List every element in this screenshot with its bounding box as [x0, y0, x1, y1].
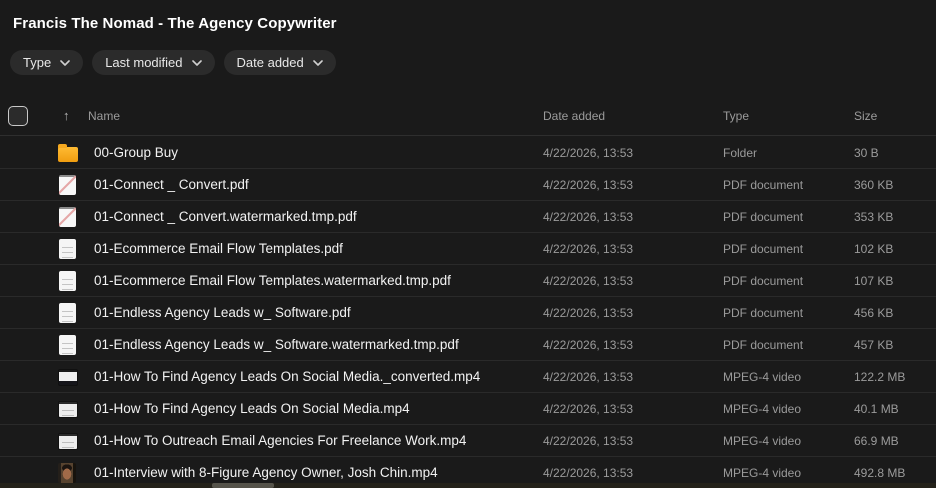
filter-chip-last-modified[interactable]: Last modified [92, 50, 215, 75]
file-name: 01-How To Outreach Email Agencies For Fr… [94, 433, 467, 448]
file-type: PDF document [723, 305, 804, 320]
table-row[interactable]: 01-Endless Agency Leads w_ Software.pdf … [0, 297, 936, 329]
column-header-size[interactable]: Size [854, 109, 936, 123]
file-name: 01-Ecommerce Email Flow Templates.waterm… [94, 273, 451, 288]
horizontal-scrollbar-thumb[interactable] [212, 483, 274, 488]
table-row[interactable]: 01-Ecommerce Email Flow Templates.waterm… [0, 265, 936, 297]
pdf-ribbon-icon [59, 206, 76, 227]
file-name: 01-Connect _ Convert.pdf [94, 177, 249, 192]
file-size: 66.9 MB [854, 433, 899, 448]
file-size: 30 B [854, 145, 879, 160]
video-light-icon [58, 400, 78, 418]
pdf-icon [59, 238, 76, 259]
file-name: 01-Endless Agency Leads w_ Software.wate… [94, 337, 459, 352]
file-date-added: 4/22/2026, 13:53 [543, 177, 634, 192]
file-date-added: 4/22/2026, 13:53 [543, 369, 634, 384]
pdf-ribbon-icon [59, 174, 76, 195]
chevron-down-icon [191, 59, 202, 66]
column-header-date-added[interactable]: Date added [543, 109, 723, 123]
table-row[interactable]: 01-Connect _ Convert.pdf 4/22/2026, 13:5… [0, 169, 936, 201]
column-header-type[interactable]: Type [723, 109, 854, 123]
file-type: MPEG-4 video [723, 465, 802, 480]
file-date-added: 4/22/2026, 13:53 [543, 305, 634, 320]
file-size: 40.1 MB [854, 401, 899, 416]
file-type: PDF document [723, 177, 804, 192]
file-manager-window: Francis The Nomad - The Agency Copywrite… [0, 0, 936, 488]
file-table-body: 00-Group Buy 4/22/2026, 13:53 Folder 30 … [0, 137, 936, 488]
file-date-added: 4/22/2026, 13:53 [543, 401, 634, 416]
filter-chip-date-added[interactable]: Date added [223, 50, 336, 75]
file-name: 01-Ecommerce Email Flow Templates.pdf [94, 241, 343, 256]
chevron-down-icon [60, 59, 70, 66]
page-title: Francis The Nomad - The Agency Copywrite… [13, 15, 337, 32]
filter-chip-last-modified-label: Last modified [105, 55, 183, 70]
chevron-down-icon [312, 59, 323, 66]
video-light-icon [58, 432, 78, 450]
table-row[interactable]: 01-Ecommerce Email Flow Templates.pdf 4/… [0, 233, 936, 265]
file-size: 360 KB [854, 177, 894, 192]
file-size: 457 KB [854, 337, 894, 352]
file-date-added: 4/22/2026, 13:53 [543, 145, 634, 160]
file-type: MPEG-4 video [723, 401, 802, 416]
file-type: PDF document [723, 337, 804, 352]
file-date-added: 4/22/2026, 13:53 [543, 209, 634, 224]
filter-chip-date-added-label: Date added [236, 55, 304, 70]
file-date-added: 4/22/2026, 13:53 [543, 337, 634, 352]
file-type: PDF document [723, 241, 804, 256]
file-size: 456 KB [854, 305, 894, 320]
file-size: 107 KB [854, 273, 894, 288]
file-name: 01-How To Find Agency Leads On Social Me… [94, 369, 481, 384]
table-row[interactable]: 01-How To Find Agency Leads On Social Me… [0, 361, 936, 393]
pdf-icon [59, 302, 76, 323]
horizontal-scrollbar [0, 483, 936, 488]
filter-chip-row: Type Last modified Date added [10, 50, 336, 75]
file-name: 01-Connect _ Convert.watermarked.tmp.pdf [94, 209, 357, 224]
select-all-checkbox[interactable] [8, 105, 28, 126]
file-name: 00-Group Buy [94, 145, 179, 160]
table-row[interactable]: 01-How To Outreach Email Agencies For Fr… [0, 425, 936, 457]
file-size: 102 KB [854, 241, 894, 256]
file-name: 01-How To Find Agency Leads On Social Me… [94, 401, 410, 416]
table-row[interactable]: 01-How To Find Agency Leads On Social Me… [0, 393, 936, 425]
filter-chip-type[interactable]: Type [10, 50, 84, 75]
column-header-name[interactable]: Name [88, 109, 543, 123]
file-name: 01-Interview with 8-Figure Agency Owner,… [94, 465, 438, 480]
file-size: 122.2 MB [854, 369, 906, 384]
file-date-added: 4/22/2026, 13:53 [543, 241, 634, 256]
file-type: PDF document [723, 209, 804, 224]
file-size: 353 KB [854, 209, 894, 224]
video-dark-icon [58, 368, 78, 386]
table-row[interactable]: 01-Endless Agency Leads w_ Software.wate… [0, 329, 936, 361]
file-date-added: 4/22/2026, 13:53 [543, 273, 634, 288]
file-size: 492.8 MB [854, 465, 906, 480]
folder-icon [58, 144, 78, 162]
file-type: PDF document [723, 273, 804, 288]
portrait-icon [58, 462, 76, 483]
table-row[interactable]: 00-Group Buy 4/22/2026, 13:53 Folder 30 … [0, 137, 936, 169]
pdf-icon [59, 270, 76, 291]
filter-chip-type-label: Type [23, 55, 52, 70]
file-type: MPEG-4 video [723, 433, 802, 448]
file-type: MPEG-4 video [723, 369, 802, 384]
file-date-added: 4/22/2026, 13:53 [543, 465, 634, 480]
file-type: Folder [723, 145, 758, 160]
file-date-added: 4/22/2026, 13:53 [543, 433, 634, 448]
table-row[interactable]: 01-Connect _ Convert.watermarked.tmp.pdf… [0, 201, 936, 233]
table-header: ↑ Name Date added Type Size [0, 96, 936, 136]
pdf-icon [59, 334, 76, 355]
file-name: 01-Endless Agency Leads w_ Software.pdf [94, 305, 351, 320]
